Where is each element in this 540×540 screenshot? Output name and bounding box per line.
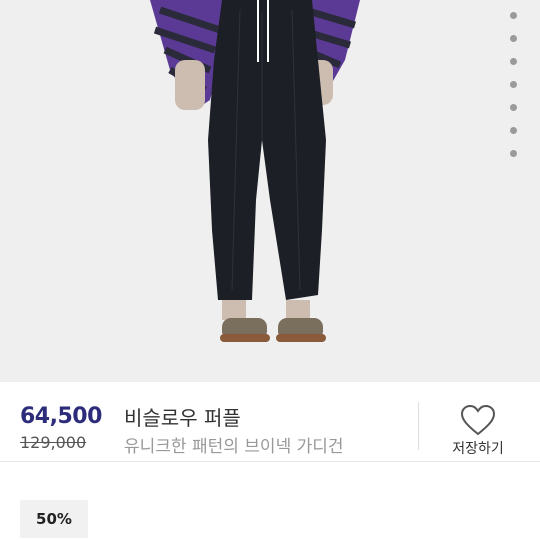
discount-badge[interactable]: 50% [20,500,88,538]
original-price: 129,000 [20,433,87,452]
image-pagination[interactable] [506,12,520,157]
pagination-dot[interactable] [509,35,517,42]
sale-price: 64,500 [20,404,102,429]
wishlist-button[interactable]: 저장하기 [440,402,516,462]
wishlist-label: 저장하기 [452,441,504,457]
pagination-dot[interactable] [509,104,517,111]
divider [418,402,419,450]
pagination-dot[interactable] [509,81,517,88]
product-info: 64,500 129,000 비슬로우 퍼플 유니크한 패턴의 브이넥 가디건 … [0,382,540,462]
product-subtitle: 유니크한 패턴의 브이넥 가디건 [124,437,344,457]
heart-icon [460,404,496,436]
product-image[interactable] [0,0,540,382]
pagination-dot[interactable] [509,12,517,19]
pagination-dot[interactable] [509,58,517,65]
pagination-dot[interactable] [509,150,517,157]
pagination-dot[interactable] [509,127,517,134]
product-title[interactable]: 비슬로우 퍼플 [124,402,241,431]
